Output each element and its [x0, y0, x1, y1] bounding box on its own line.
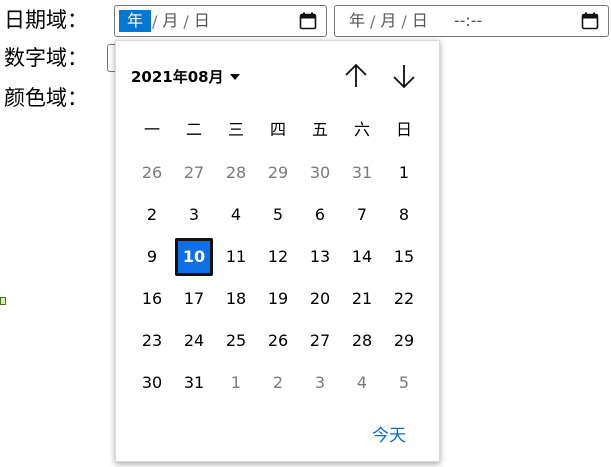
calendar-day[interactable]: 27 [174, 155, 214, 191]
calendar-day[interactable]: 24 [174, 323, 214, 359]
calendar-day[interactable]: 12 [258, 239, 298, 275]
year-segment[interactable]: 年 [119, 10, 152, 32]
date-separator: / [152, 11, 158, 31]
year-segment[interactable]: 年 [345, 10, 369, 32]
number-field-label: 数字域： [4, 46, 88, 70]
calendar-day[interactable]: 4 [216, 197, 256, 233]
date-separator: / [183, 11, 189, 31]
prev-month-button[interactable] [341, 61, 371, 91]
color-field-label: 颜色域： [4, 86, 88, 110]
calendar-day[interactable]: 26 [258, 323, 298, 359]
weekday-label: 二 [185, 120, 202, 139]
month-year-select[interactable]: 2021年08月 [131, 66, 240, 87]
calendar-day[interactable]: 5 [258, 197, 298, 233]
month-segment[interactable]: 月 [158, 10, 182, 32]
weekday-label: 三 [227, 120, 244, 139]
calendar-day[interactable]: 18 [216, 281, 256, 317]
caret-down-icon [229, 73, 240, 80]
calendar-day[interactable]: 17 [174, 281, 214, 317]
month-segment[interactable]: 月 [376, 10, 400, 32]
day-segment[interactable]: 日 [190, 10, 214, 32]
color-swatch[interactable] [0, 297, 6, 305]
calendar-day[interactable]: 28 [216, 155, 256, 191]
selected-day[interactable]: 10 [175, 238, 213, 276]
calendar-day[interactable]: 27 [300, 323, 340, 359]
calendar-day[interactable]: 29 [258, 155, 298, 191]
calendar-day[interactable]: 28 [342, 323, 382, 359]
arrow-up-icon [345, 63, 367, 87]
time-segment[interactable]: --:-- [450, 10, 486, 32]
calendar-day[interactable]: 16 [132, 281, 172, 317]
date-input[interactable]: 年 / 月 / 日 [114, 5, 327, 37]
calendar-day[interactable]: 31 [342, 155, 382, 191]
arrow-down-icon [393, 65, 415, 89]
date-separator: / [370, 11, 376, 31]
calendar-icon[interactable] [299, 12, 317, 30]
calendar-day[interactable]: 9 [132, 239, 172, 275]
calendar-day[interactable]: 13 [300, 239, 340, 275]
month-year-label: 2021年08月 [131, 68, 224, 86]
calendar-day[interactable]: 26 [132, 155, 172, 191]
calendar-day[interactable]: 2 [258, 365, 298, 401]
calendar-day[interactable]: 6 [300, 197, 340, 233]
calendar-day[interactable]: 19 [258, 281, 298, 317]
calendar-day[interactable]: 11 [216, 239, 256, 275]
calendar-day[interactable]: 7 [342, 197, 382, 233]
date-field-label: 日期域： [4, 8, 88, 32]
calendar-day[interactable]: 31 [174, 365, 214, 401]
calendar-day[interactable]: 30 [300, 155, 340, 191]
calendar-day[interactable]: 14 [342, 239, 382, 275]
calendar-day[interactable]: 22 [384, 281, 424, 317]
calendar-icon[interactable] [581, 12, 599, 30]
weekday-label: 六 [353, 120, 370, 139]
number-input[interactable] [107, 44, 115, 72]
calendar-day[interactable]: 2 [132, 197, 172, 233]
calendar-day[interactable]: 20 [300, 281, 340, 317]
calendar-day[interactable]: 8 [384, 197, 424, 233]
calendar-day[interactable]: 23 [132, 323, 172, 359]
calendar-day[interactable]: 5 [384, 365, 424, 401]
next-month-button[interactable] [389, 61, 419, 91]
weekday-label: 五 [311, 120, 328, 139]
calendar-day[interactable]: 4 [342, 365, 382, 401]
calendar-day[interactable]: 29 [384, 323, 424, 359]
today-button[interactable]: 今天 [372, 421, 406, 446]
calendar-day[interactable]: 21 [342, 281, 382, 317]
calendar-day[interactable]: 3 [300, 365, 340, 401]
date-picker-popup: 2021年08月 一二三四五六日 26 27 28 29 30 31 1 2 3 4 5 6 7 8 9 10… [115, 40, 440, 462]
weekday-label: 一 [143, 120, 160, 139]
calendar-day[interactable]: 30 [132, 365, 172, 401]
date-separator: / [401, 11, 407, 31]
calendar-day[interactable]: 3 [174, 197, 214, 233]
weekday-label: 四 [269, 120, 286, 139]
calendar-day[interactable]: 1 [384, 155, 424, 191]
day-segment[interactable]: 日 [408, 10, 432, 32]
calendar-day[interactable]: 25 [216, 323, 256, 359]
weekday-label: 日 [395, 120, 412, 139]
calendar-day[interactable]: 1 [216, 365, 256, 401]
datetime-input[interactable]: 年 / 月 / 日 --:-- [334, 5, 609, 37]
calendar-day[interactable]: 15 [384, 239, 424, 275]
